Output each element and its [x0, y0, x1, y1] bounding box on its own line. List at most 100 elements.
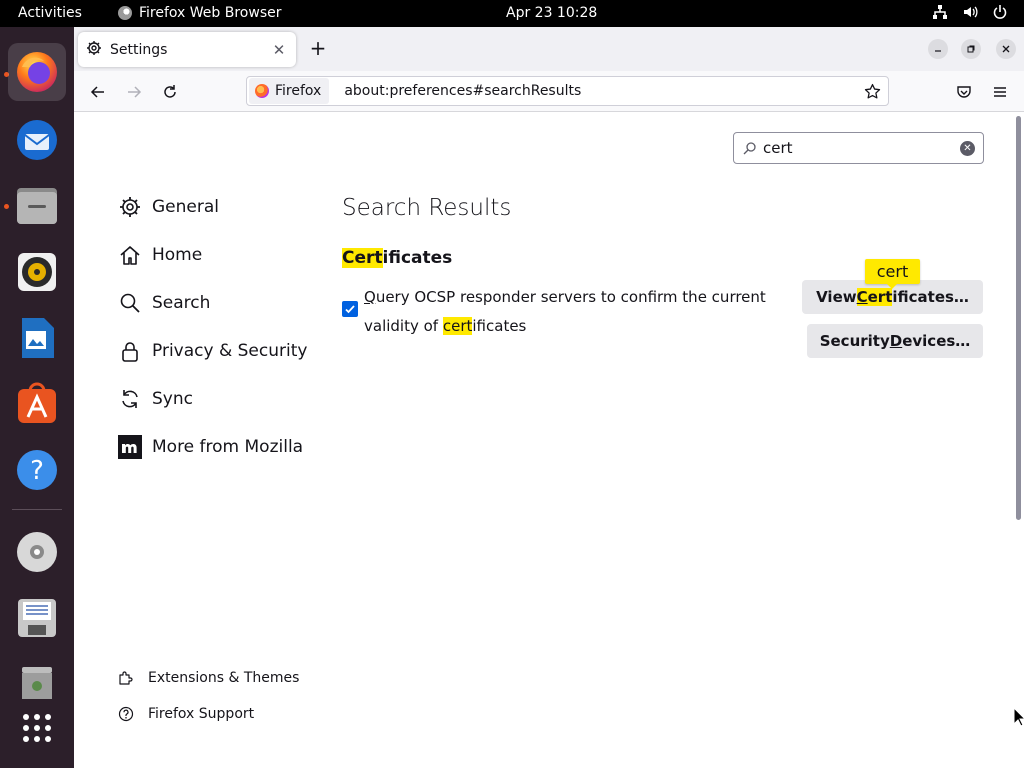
- app-center-icon: [18, 382, 56, 423]
- tab-title: Settings: [110, 41, 168, 58]
- section-title-rest: ificates: [382, 248, 453, 268]
- show-apps-icon: [23, 714, 51, 742]
- category-sync[interactable]: Sync: [118, 381, 348, 417]
- dock-help[interactable]: ?: [8, 441, 66, 499]
- pocket-icon: [957, 86, 971, 98]
- minimize-icon: [935, 50, 941, 52]
- extensions-themes-label: Extensions & Themes: [148, 670, 300, 686]
- dock-thunderbird[interactable]: [8, 111, 66, 169]
- home-icon: [118, 243, 142, 267]
- bookmark-star-button[interactable]: [860, 79, 884, 103]
- button-text-prefix: Security: [819, 332, 890, 350]
- category-label: Search: [152, 293, 211, 313]
- ocsp-checkbox[interactable]: [342, 301, 358, 317]
- activities-button[interactable]: Activities: [18, 5, 82, 21]
- identity-box[interactable]: Firefox: [249, 78, 330, 104]
- accesskey: C: [856, 288, 868, 306]
- url-bar[interactable]: Firefox about:preferences#searchResults: [246, 76, 889, 106]
- back-button[interactable]: [85, 79, 111, 105]
- mouse-cursor-icon: [1013, 706, 1024, 731]
- dock: ?: [0, 27, 74, 768]
- category-label: Home: [152, 245, 203, 265]
- dock-rhythmbox[interactable]: [8, 243, 66, 301]
- identity-label: Firefox: [275, 83, 322, 99]
- dvd-drive-icon: [17, 532, 57, 572]
- scrollbar-thumb[interactable]: [1016, 116, 1021, 520]
- category-more-from-mozilla[interactable]: More from Mozilla: [118, 429, 348, 465]
- close-window-button[interactable]: [996, 39, 1016, 59]
- hamburger-menu-icon: [994, 87, 1006, 97]
- dock-app-center[interactable]: [8, 375, 66, 433]
- close-tab-icon[interactable]: ✕: [268, 39, 290, 61]
- category-search[interactable]: Search: [118, 285, 348, 321]
- app-menu[interactable]: Firefox Web Browser: [118, 5, 282, 21]
- volume-icon: [962, 4, 978, 20]
- extensions-themes-link[interactable]: Extensions & Themes: [118, 670, 299, 686]
- category-label: Privacy & Security: [152, 341, 308, 361]
- mozilla-icon: [118, 435, 142, 459]
- floppy-drive-icon: [18, 599, 56, 637]
- files-icon: [17, 188, 57, 224]
- category-home[interactable]: Home: [118, 237, 348, 273]
- power-icon: [992, 4, 1008, 20]
- firefox-support-label: Firefox Support: [148, 706, 255, 722]
- puzzle-piece-icon: [118, 670, 134, 686]
- category-label: Sync: [152, 389, 193, 409]
- rhythmbox-icon: [18, 253, 56, 291]
- settings-search-input[interactable]: cert ✕: [733, 132, 984, 164]
- search-highlight: Cert: [342, 248, 383, 268]
- svg-text:?: ?: [30, 456, 44, 486]
- ocsp-text-part1: uery OCSP responder servers to confirm t…: [364, 288, 766, 335]
- clear-search-icon[interactable]: ✕: [960, 140, 975, 156]
- category-general[interactable]: General: [118, 189, 348, 225]
- dock-writer[interactable]: [8, 309, 66, 367]
- accesskey: D: [889, 332, 903, 350]
- dock-floppy[interactable]: [8, 589, 66, 647]
- search-match-tooltip: cert: [865, 259, 920, 289]
- system-tray[interactable]: [932, 4, 1008, 20]
- restore-icon: [967, 45, 975, 53]
- search-icon: [743, 141, 757, 155]
- libreoffice-writer-icon: [22, 318, 54, 358]
- forward-arrow-icon: [128, 86, 142, 98]
- app-menu-button[interactable]: [987, 79, 1013, 105]
- ocsp-text-part2: ificates: [472, 317, 527, 335]
- dock-firefox[interactable]: [8, 43, 66, 101]
- dock-files[interactable]: [8, 177, 66, 235]
- checkmark-icon: [345, 305, 355, 314]
- firefox-small-icon: [118, 6, 132, 20]
- back-arrow-icon: [90, 86, 104, 98]
- new-tab-button[interactable]: +: [306, 37, 330, 61]
- dock-dvd[interactable]: [8, 523, 66, 581]
- dock-show-apps[interactable]: [8, 699, 66, 757]
- settings-page: cert ✕ General Home Search Privacy & Sec…: [74, 113, 1024, 768]
- maximize-button[interactable]: [961, 39, 981, 59]
- minimize-button[interactable]: [928, 39, 948, 59]
- certificates-section-title: Certificates: [342, 248, 452, 268]
- ocsp-setting: Query OCSP responder servers to confirm …: [342, 283, 772, 341]
- security-devices-button[interactable]: Security Devices…: [807, 324, 983, 358]
- search-icon: [118, 291, 142, 315]
- firefox-support-link[interactable]: Firefox Support: [118, 706, 254, 722]
- gear-icon: [86, 40, 102, 60]
- close-icon: [1002, 45, 1010, 53]
- button-text-prefix: View: [816, 288, 857, 306]
- clock[interactable]: Apr 23 10:28: [506, 5, 597, 21]
- firefox-identity-icon: [255, 84, 269, 98]
- reload-button[interactable]: [157, 79, 183, 105]
- forward-button[interactable]: [121, 79, 147, 105]
- thunderbird-icon: [17, 120, 57, 160]
- tab-settings[interactable]: Settings ✕: [78, 32, 296, 67]
- pocket-button[interactable]: [951, 79, 977, 105]
- url-text[interactable]: about:preferences#searchResults: [344, 83, 860, 99]
- accesskey: Q: [364, 288, 376, 306]
- tab-strip: Settings ✕ +: [74, 27, 1024, 71]
- category-label: More from Mozilla: [152, 437, 304, 457]
- help-icon: ?: [17, 450, 57, 490]
- ocsp-checkbox-label[interactable]: Query OCSP responder servers to confirm …: [364, 283, 772, 341]
- search-input-value[interactable]: cert: [763, 139, 960, 157]
- reload-icon: [164, 85, 176, 98]
- app-menu-label: Firefox Web Browser: [139, 5, 282, 21]
- highlight-rest: ert: [867, 288, 893, 306]
- category-privacy[interactable]: Privacy & Security: [118, 333, 348, 369]
